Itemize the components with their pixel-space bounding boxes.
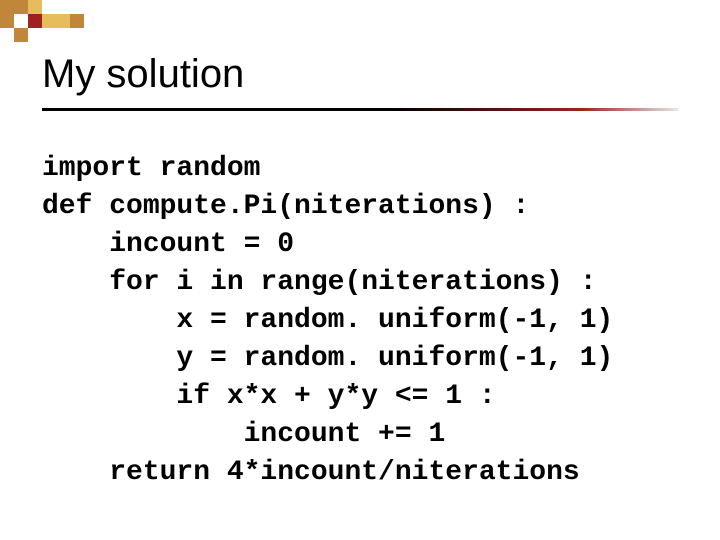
ornament-square (0, 0, 14, 14)
ornament-square (28, 0, 42, 14)
ornament-square (56, 14, 70, 28)
ornament-square (70, 14, 84, 28)
corner-ornament (0, 0, 120, 40)
title-underline (42, 108, 678, 111)
ornament-square (0, 14, 14, 28)
slide-title: My solution (42, 52, 244, 97)
ornament-square (14, 0, 28, 14)
ornament-square (42, 14, 56, 28)
slide: My solution import random def compute.Pi… (0, 0, 720, 540)
code-block: import random def compute.Pi(niterations… (42, 150, 613, 492)
ornament-square (28, 14, 42, 28)
ornament-square (14, 28, 28, 42)
